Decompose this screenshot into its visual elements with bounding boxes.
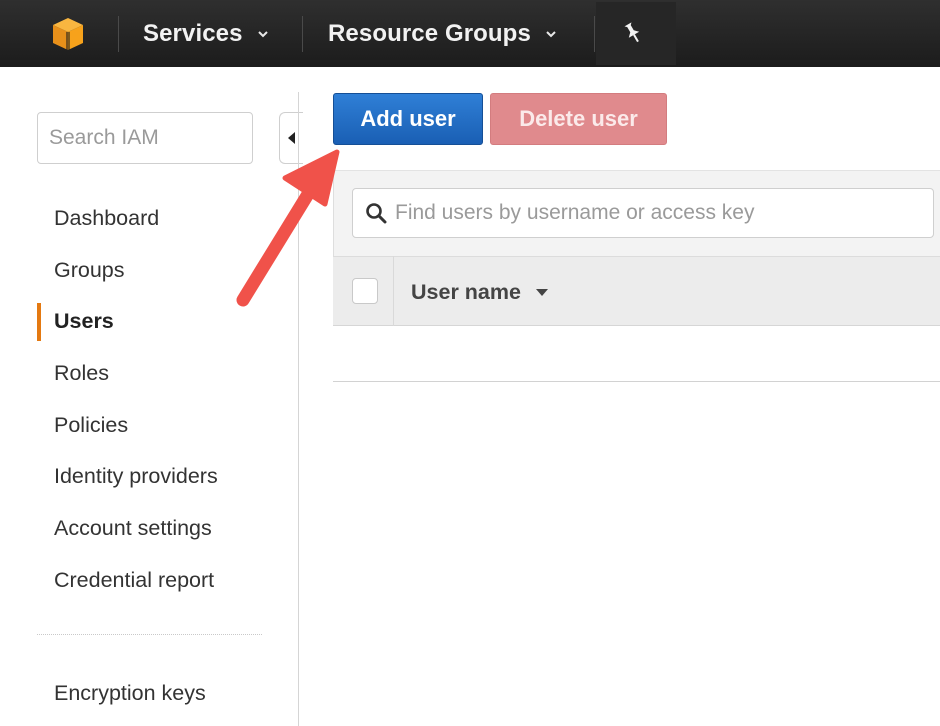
services-menu[interactable]: Services xyxy=(143,0,269,67)
add-user-button[interactable]: Add user xyxy=(333,93,483,145)
delete-user-button[interactable]: Delete user xyxy=(490,93,667,145)
sidebar-item-policies[interactable]: Policies xyxy=(54,410,128,440)
select-all-checkbox[interactable] xyxy=(352,278,378,304)
sidebar-divider xyxy=(298,92,299,726)
sidebar-item-account-settings[interactable]: Account settings xyxy=(54,513,212,543)
pushpin-icon[interactable] xyxy=(620,20,646,46)
table-row-divider xyxy=(333,381,940,382)
chevron-down-icon xyxy=(546,30,556,37)
resource-groups-menu[interactable]: Resource Groups xyxy=(328,0,557,67)
collapse-sidebar-button[interactable] xyxy=(279,112,303,164)
sidebar-item-dashboard[interactable]: Dashboard xyxy=(54,203,159,233)
resource-groups-label: Resource Groups xyxy=(328,19,531,47)
sidebar-item-users[interactable]: Users xyxy=(54,306,114,336)
search-icon xyxy=(366,203,387,224)
nav-separator xyxy=(594,16,595,52)
sidebar-item-credential-report[interactable]: Credential report xyxy=(54,565,214,595)
sidebar-item-groups[interactable]: Groups xyxy=(54,255,125,285)
top-navigation-bar: Services Resource Groups xyxy=(0,0,940,67)
sidebar-separator xyxy=(37,634,262,635)
find-users-input[interactable] xyxy=(352,188,934,238)
active-item-indicator xyxy=(37,303,41,341)
sidebar-item-roles[interactable]: Roles xyxy=(54,358,109,388)
nav-separator xyxy=(302,16,303,52)
column-header-label: User name xyxy=(411,279,521,304)
collapse-left-icon xyxy=(287,132,295,144)
column-header-user-name[interactable]: User name xyxy=(411,276,549,308)
services-label: Services xyxy=(143,19,243,47)
search-iam-input[interactable] xyxy=(37,112,253,164)
sidebar-item-identity-providers[interactable]: Identity providers xyxy=(54,461,218,491)
nav-separator xyxy=(118,16,119,52)
sort-down-icon xyxy=(535,289,548,296)
header-cell-separator xyxy=(393,256,394,326)
aws-cube-icon[interactable] xyxy=(50,16,86,52)
chevron-down-icon xyxy=(257,30,268,37)
sidebar-item-encryption-keys[interactable]: Encryption keys xyxy=(54,678,206,708)
